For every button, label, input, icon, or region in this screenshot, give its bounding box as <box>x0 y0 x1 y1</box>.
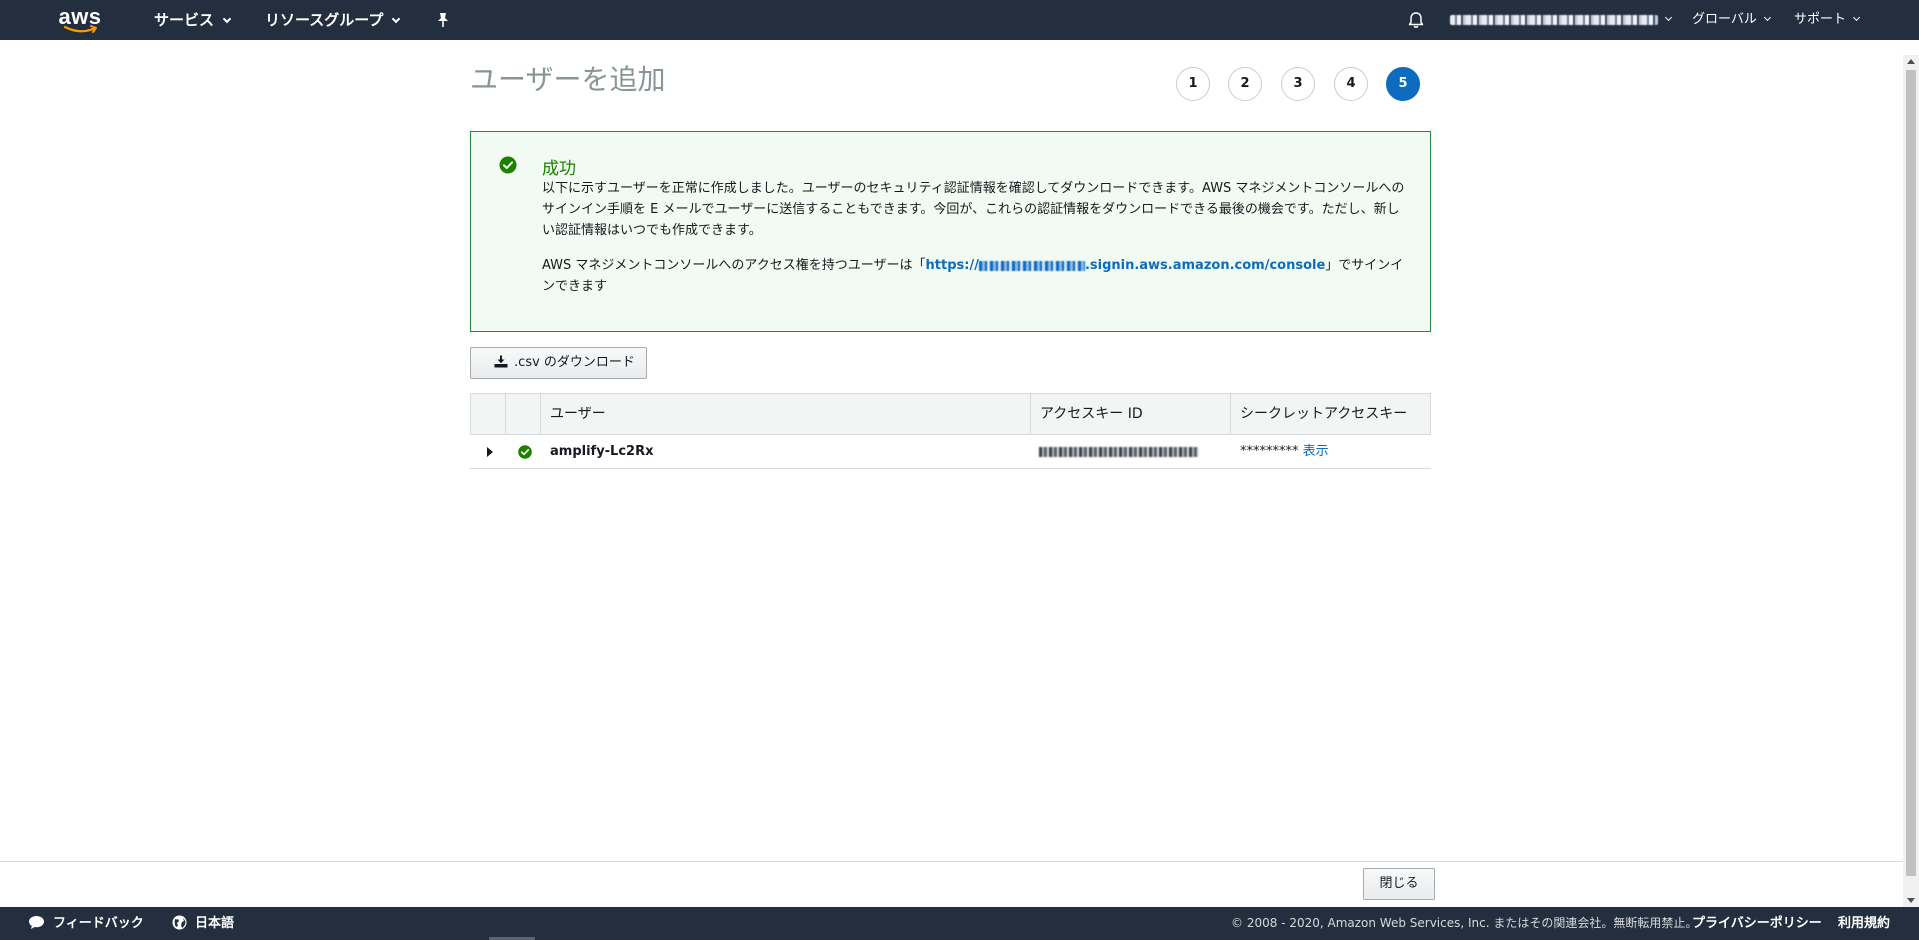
services-menu-label: サービス <box>154 11 215 29</box>
console-url-scheme: https:// <box>925 258 979 273</box>
region-menu-label: グローバル <box>1692 12 1757 27</box>
bell-icon[interactable] <box>1406 10 1426 30</box>
header-access-key-id[interactable]: アクセスキー ID <box>1031 394 1231 434</box>
scroll-down-arrow-icon[interactable] <box>1907 898 1915 903</box>
success-alert: 成功 以下に示すユーザーを正常に作成しました。ユーザーのセキュリティ認証情報を確… <box>470 131 1431 332</box>
access-key-redacted <box>1039 446 1199 457</box>
chevron-down-icon <box>1852 13 1861 22</box>
chevron-down-icon <box>1664 13 1673 22</box>
secret-key-masked: ********* <box>1240 444 1299 459</box>
scroll-up-arrow-icon[interactable] <box>1907 59 1915 64</box>
feedback-link[interactable]: フィードバック <box>28 907 144 940</box>
step-4[interactable]: 4 <box>1334 67 1368 101</box>
user-name-cell: amplify-Lc2Rx <box>550 444 654 459</box>
footer-bar: フィードバック 日本語 © 2008 - 2020, Amazon Web Se… <box>0 907 1919 940</box>
account-id-redacted <box>978 260 1085 271</box>
check-circle-icon <box>499 156 517 174</box>
success-message: 以下に示すユーザーを正常に作成しました。ユーザーのセキュリティ認証情報を確認して… <box>542 181 1405 238</box>
account-name-redacted <box>1450 14 1658 25</box>
step-2[interactable]: 2 <box>1228 67 1262 101</box>
language-label: 日本語 <box>195 916 235 931</box>
download-csv-button[interactable]: .csv のダウンロード <box>470 347 647 379</box>
region-menu[interactable]: グローバル <box>1692 0 1771 40</box>
globe-icon <box>172 915 187 930</box>
access-key-id-cell <box>1039 435 1199 469</box>
chevron-down-icon <box>222 14 232 24</box>
page-scrollbar[interactable] <box>1903 55 1919 907</box>
aws-logo[interactable]: aws <box>58 4 102 35</box>
header-expand-col <box>471 394 506 434</box>
top-navigation-bar: aws サービス リソースグループ グローバル サポート <box>0 0 1919 40</box>
secret-key-cell: ********* 表示 <box>1240 435 1329 469</box>
console-signin-info: AWS マネジメントコンソールへのアクセス権を持つユーザーは「https://.… <box>542 255 1412 297</box>
privacy-policy-link[interactable]: プライバシーポリシー <box>1692 907 1822 940</box>
table-row[interactable]: amplify-Lc2Rx ********* 表示 <box>470 435 1431 469</box>
pin-icon[interactable] <box>436 12 450 28</box>
table-header: ユーザー アクセスキー ID シークレットアクセスキー <box>470 393 1431 435</box>
header-user[interactable]: ユーザー <box>541 394 1031 434</box>
show-secret-link[interactable]: 表示 <box>1303 444 1329 459</box>
chat-bubble-icon <box>29 916 44 929</box>
terms-of-use-link[interactable]: 利用規約 <box>1838 907 1890 940</box>
step-3[interactable]: 3 <box>1281 67 1315 101</box>
header-status-col <box>506 394 541 434</box>
close-button[interactable]: 閉じる <box>1363 868 1435 900</box>
language-selector[interactable]: 日本語 <box>172 907 234 940</box>
resource-groups-menu[interactable]: リソースグループ <box>265 0 401 40</box>
chevron-down-icon <box>392 14 401 24</box>
success-title: 成功 <box>542 159 576 179</box>
aws-smile-icon <box>64 25 97 33</box>
page-title: ユーザーを追加 <box>470 63 666 96</box>
wizard-action-bar <box>0 861 1903 907</box>
download-icon <box>494 355 508 368</box>
resource-groups-menu-label: リソースグループ <box>265 11 384 29</box>
download-csv-label: .csv のダウンロード <box>514 355 635 370</box>
support-menu[interactable]: サポート <box>1794 0 1861 40</box>
users-table: ユーザー アクセスキー ID シークレットアクセスキー amplify-Lc2R… <box>470 393 1431 469</box>
header-secret-access-key[interactable]: シークレットアクセスキー <box>1231 394 1430 434</box>
step-5-active[interactable]: 5 <box>1386 67 1420 101</box>
support-menu-label: サポート <box>1794 12 1847 27</box>
chevron-down-icon <box>1763 13 1771 22</box>
expand-arrow-icon[interactable] <box>487 447 493 457</box>
check-circle-icon <box>518 445 532 459</box>
scrollbar-thumb[interactable] <box>1906 70 1916 876</box>
step-1[interactable]: 1 <box>1176 67 1210 101</box>
console-signin-link[interactable]: https:// .signin.aws.amazon.com/console <box>926 258 1326 273</box>
feedback-label: フィードバック <box>53 916 144 931</box>
console-info-prefix: AWS マネジメントコンソールへのアクセス権を持つユーザーは「 <box>542 258 926 273</box>
account-menu[interactable] <box>1450 0 1673 40</box>
copyright-text: © 2008 - 2020, Amazon Web Services, Inc.… <box>1231 916 1698 930</box>
console-url-suffix: .signin.aws.amazon.com/console <box>1084 258 1326 273</box>
services-menu[interactable]: サービス <box>154 0 232 40</box>
